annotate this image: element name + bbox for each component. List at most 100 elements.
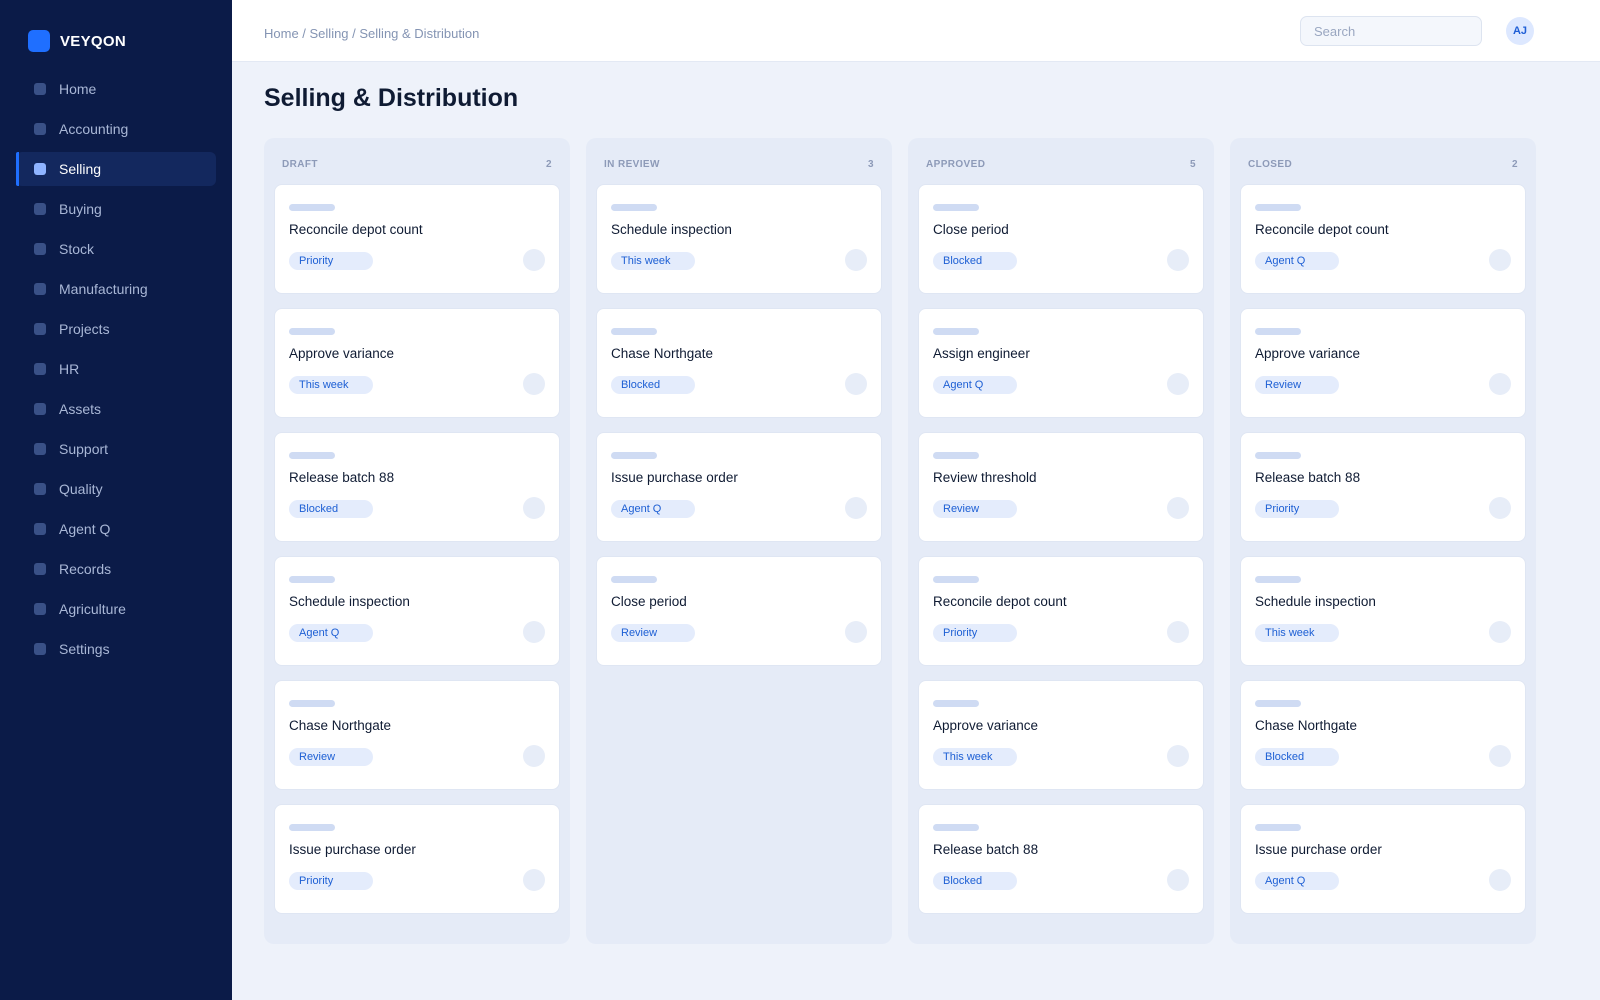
- sidebar: VEYQON Home Accounting Selling Buying Stock M…: [0, 0, 232, 1000]
- task-card[interactable]: Issue purchase order Agent Q: [1240, 804, 1526, 914]
- sidebar-item-label: HR: [59, 361, 80, 377]
- card-title: Chase Northgate: [289, 718, 392, 733]
- sidebar-item-quality[interactable]: Quality: [16, 472, 216, 506]
- column-header: APPROVED 5: [918, 138, 1204, 184]
- task-card[interactable]: Approve variance Review: [1240, 308, 1526, 418]
- selling-icon: [34, 163, 46, 175]
- sidebar-item-label: Projects: [59, 321, 110, 337]
- assignee-avatar-icon[interactable]: [523, 869, 545, 891]
- sidebar-item-manufacturing[interactable]: Manufacturing: [16, 272, 216, 306]
- task-card[interactable]: Assign engineer Agent Q: [918, 308, 1204, 418]
- sidebar-item-label: Agent Q: [59, 521, 111, 537]
- task-card[interactable]: Schedule inspection Agent Q: [274, 556, 560, 666]
- task-card[interactable]: Schedule inspection This week: [1240, 556, 1526, 666]
- task-card[interactable]: Chase Northgate Blocked: [1240, 680, 1526, 790]
- assets-icon: [34, 403, 46, 415]
- card-tag: Blocked: [611, 376, 695, 394]
- assignee-avatar-icon[interactable]: [523, 621, 545, 643]
- brand[interactable]: VEYQON: [28, 30, 126, 52]
- support-icon: [34, 443, 46, 455]
- task-card[interactable]: Chase Northgate Blocked: [596, 308, 882, 418]
- card-label-bar: [933, 328, 979, 335]
- card-title: Reconcile depot count: [933, 594, 1067, 609]
- card-label-bar: [289, 824, 335, 831]
- assignee-avatar-icon[interactable]: [1489, 869, 1511, 891]
- task-card[interactable]: Reconcile depot count Priority: [274, 184, 560, 294]
- column-header: CLOSED 2: [1240, 138, 1526, 184]
- card-label-bar: [933, 576, 979, 583]
- assignee-avatar-icon[interactable]: [1167, 373, 1189, 395]
- task-card[interactable]: Issue purchase order Priority: [274, 804, 560, 914]
- stock-icon: [34, 243, 46, 255]
- card-title: Close period: [611, 594, 687, 609]
- card-label-bar: [1255, 452, 1301, 459]
- assignee-avatar-icon[interactable]: [523, 745, 545, 767]
- assignee-avatar-icon[interactable]: [1167, 745, 1189, 767]
- card-title: Chase Northgate: [1255, 718, 1358, 733]
- task-card[interactable]: Release batch 88 Blocked: [918, 804, 1204, 914]
- column-title: IN REVIEW: [604, 159, 660, 170]
- sidebar-item-buying[interactable]: Buying: [16, 192, 216, 226]
- search-input[interactable]: [1300, 16, 1482, 46]
- task-card[interactable]: Reconcile depot count Agent Q: [1240, 184, 1526, 294]
- sidebar-item-accounting[interactable]: Accounting: [16, 112, 216, 146]
- card-tag: Review: [289, 748, 373, 766]
- sidebar-item-label: Records: [59, 561, 112, 577]
- task-card[interactable]: Issue purchase order Agent Q: [596, 432, 882, 542]
- sidebar-item-hr[interactable]: HR: [16, 352, 216, 386]
- assignee-avatar-icon[interactable]: [1167, 621, 1189, 643]
- breadcrumb[interactable]: Home / Selling / Selling & Distribution: [264, 26, 479, 41]
- assignee-avatar-icon[interactable]: [1167, 249, 1189, 271]
- agent-icon: [34, 523, 46, 535]
- assignee-avatar-icon[interactable]: [1489, 249, 1511, 271]
- card-tag: This week: [289, 376, 373, 394]
- sidebar-item-agriculture[interactable]: Agriculture: [16, 592, 216, 626]
- avatar[interactable]: AJ: [1506, 17, 1534, 45]
- column-approved: APPROVED 5 Close period Blocked Assign engin…: [908, 138, 1214, 944]
- card-title: Approve variance: [1255, 346, 1361, 361]
- assignee-avatar-icon[interactable]: [1167, 497, 1189, 519]
- task-card[interactable]: Chase Northgate Review: [274, 680, 560, 790]
- task-card[interactable]: Reconcile depot count Priority: [918, 556, 1204, 666]
- assignee-avatar-icon[interactable]: [845, 497, 867, 519]
- assignee-avatar-icon[interactable]: [1489, 745, 1511, 767]
- brand-logo-icon: [28, 30, 50, 52]
- assignee-avatar-icon[interactable]: [845, 249, 867, 271]
- card-label-bar: [289, 328, 335, 335]
- sidebar-item-support[interactable]: Support: [16, 432, 216, 466]
- task-card[interactable]: Close period Review: [596, 556, 882, 666]
- assignee-avatar-icon[interactable]: [523, 249, 545, 271]
- sidebar-item-records[interactable]: Records: [16, 552, 216, 586]
- sidebar-item-stock[interactable]: Stock: [16, 232, 216, 266]
- sidebar-item-selling[interactable]: Selling: [16, 152, 216, 186]
- card-title: Chase Northgate: [611, 346, 714, 361]
- task-card[interactable]: Approve variance This week: [918, 680, 1204, 790]
- sidebar-item-home[interactable]: Home: [16, 72, 216, 106]
- assignee-avatar-icon[interactable]: [845, 621, 867, 643]
- assignee-avatar-icon[interactable]: [1489, 621, 1511, 643]
- task-card[interactable]: Release batch 88 Priority: [1240, 432, 1526, 542]
- task-card[interactable]: Close period Blocked: [918, 184, 1204, 294]
- sidebar-item-agent-q[interactable]: Agent Q: [16, 512, 216, 546]
- sidebar-item-projects[interactable]: Projects: [16, 312, 216, 346]
- assignee-avatar-icon[interactable]: [1167, 869, 1189, 891]
- task-card[interactable]: Schedule inspection This week: [596, 184, 882, 294]
- assignee-avatar-icon[interactable]: [845, 373, 867, 395]
- card-tag: Blocked: [289, 500, 373, 518]
- task-card[interactable]: Release batch 88 Blocked: [274, 432, 560, 542]
- card-tag: This week: [933, 748, 1017, 766]
- assignee-avatar-icon[interactable]: [1489, 373, 1511, 395]
- card-title: Reconcile depot count: [1255, 222, 1389, 237]
- manufacturing-icon: [34, 283, 46, 295]
- card-tag: Priority: [289, 872, 373, 890]
- sidebar-item-label: Assets: [59, 401, 102, 417]
- card-tag: Agent Q: [1255, 252, 1339, 270]
- assignee-avatar-icon[interactable]: [523, 497, 545, 519]
- task-card[interactable]: Review threshold Review: [918, 432, 1204, 542]
- task-card[interactable]: Approve variance This week: [274, 308, 560, 418]
- assignee-avatar-icon[interactable]: [523, 373, 545, 395]
- assignee-avatar-icon[interactable]: [1489, 497, 1511, 519]
- sidebar-item-assets[interactable]: Assets: [16, 392, 216, 426]
- topbar: Home / Selling / Selling & Distribution …: [232, 0, 1600, 62]
- sidebar-item-settings[interactable]: Settings: [16, 632, 216, 666]
